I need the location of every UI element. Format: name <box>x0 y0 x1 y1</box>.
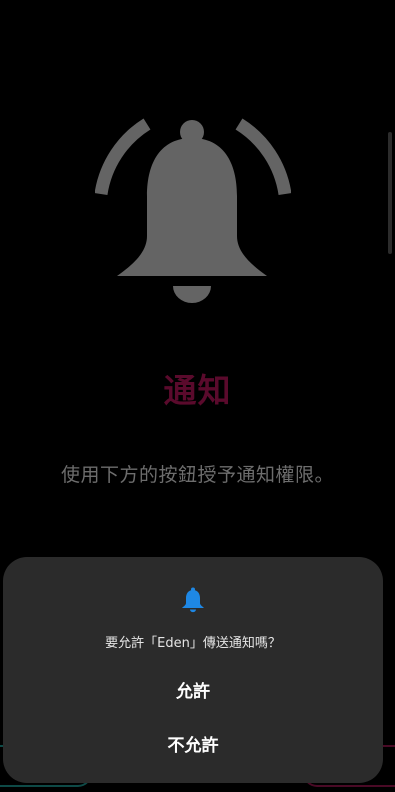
scrollbar[interactable] <box>388 132 392 254</box>
page-description: 使用下方的按鈕授予通知權限。 <box>60 464 334 486</box>
permission-dialog: 要允許「Eden」傳送通知嗎？ 允許 不允許 <box>3 557 383 783</box>
deny-button[interactable]: 不允許 <box>3 731 383 756</box>
bell-icon <box>95 118 291 303</box>
allow-button[interactable]: 允許 <box>3 677 383 702</box>
dialog-question: 要允許「Eden」傳送通知嗎？ <box>105 636 281 651</box>
page-title: 通知 <box>163 371 232 410</box>
bell-icon <box>182 587 204 613</box>
